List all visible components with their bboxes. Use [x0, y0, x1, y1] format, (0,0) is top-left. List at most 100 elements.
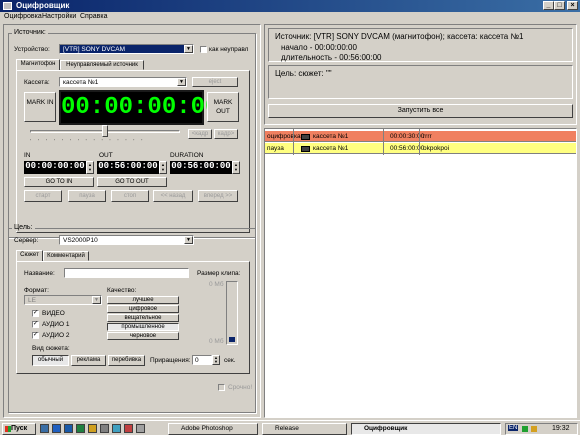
column-divider	[419, 129, 420, 155]
tab-recorder[interactable]: Магнитофон	[16, 59, 60, 70]
menu-settings[interactable]: Настройки	[42, 13, 76, 20]
as-unmanaged-checkbox[interactable]	[200, 46, 207, 53]
quality-industrial[interactable]: промышленное	[107, 323, 179, 331]
quality-digital[interactable]: цифровое	[107, 305, 179, 313]
story-type-filler[interactable]: перебивка	[108, 355, 145, 366]
info-target-line: Цель: сюжет: ""	[275, 69, 332, 78]
queue-row[interactable]: пауза кассета №1 00:56:00:00 okpokpoi	[265, 143, 576, 154]
info-target-box: Цель: сюжет: ""	[268, 65, 573, 99]
increment-spinner[interactable]: ▲ ▼	[212, 355, 220, 365]
story-type-label: Вид сюжета:	[32, 345, 70, 352]
audio2-label: АУДИО 2	[42, 332, 70, 339]
taskbar-release[interactable]: Release	[262, 423, 347, 435]
calculator-icon[interactable]	[100, 424, 109, 433]
increment-input[interactable]: 0	[192, 355, 212, 365]
title-bar: Оцифровщик _ □ ×	[0, 0, 580, 12]
goto-out-button[interactable]: GO TO OUT	[97, 177, 167, 187]
window-title: Оцифровщик	[16, 1, 70, 10]
stop-button[interactable]: стоп	[111, 190, 149, 202]
story-type-ad[interactable]: реклама	[71, 355, 106, 366]
menu-digitize[interactable]: Оцифровка	[4, 13, 42, 20]
app-icon[interactable]	[136, 424, 145, 433]
app-icon[interactable]	[124, 424, 133, 433]
frame-back-button[interactable]: <кадр	[188, 129, 212, 139]
queue-name: okpokpoi	[423, 145, 450, 152]
taskbar-digitizer[interactable]: Оцифровщик	[351, 423, 501, 435]
story-type-normal[interactable]: обычный	[32, 355, 69, 366]
mark-out-button[interactable]: MARK OUT	[207, 92, 239, 122]
timecode-display: 00:00:00:00	[59, 90, 219, 125]
run-all-button[interactable]: Запустить все	[268, 104, 573, 118]
network-icon[interactable]	[112, 424, 121, 433]
in-spinner[interactable]: ▲ ▼	[86, 161, 94, 174]
taskbar-photoshop[interactable]: Adobe Photoshop	[168, 423, 258, 435]
eject-button[interactable]: eject	[192, 77, 238, 87]
queue-status: оцифровка	[267, 133, 301, 140]
format-label: Формат:	[24, 287, 49, 294]
info-panel: Источник: [VTR] SONY DVCAM (магнитофон);…	[264, 24, 577, 125]
left-pane: Источник: Устройство: [VTR] SONY DVCAM ▼…	[3, 24, 261, 418]
forward-button[interactable]: вперед >>	[198, 190, 238, 202]
explorer-icon[interactable]	[88, 424, 97, 433]
cassette-icon	[301, 134, 310, 140]
quality-broadcast[interactable]: вещательное	[107, 314, 179, 322]
mark-in-button[interactable]: MARK IN	[24, 92, 56, 122]
name-input[interactable]	[64, 268, 189, 278]
jog-slider-thumb[interactable]	[102, 125, 108, 137]
increment-label: Приращения:	[150, 357, 191, 364]
urgent-checkbox[interactable]	[218, 384, 225, 391]
video-checkbox[interactable]: ✓	[32, 310, 39, 317]
minimize-button[interactable]: _	[543, 1, 554, 10]
frame-forward-button[interactable]: кадр>	[214, 129, 238, 139]
tab-comment[interactable]: Комментарий	[43, 251, 89, 261]
queue-status: пауза	[267, 145, 284, 152]
cassette-select[interactable]: кассета №1 ▼	[59, 77, 187, 87]
duration-spinner[interactable]: ▲ ▼	[232, 161, 240, 174]
urgent-label: Срочно!	[228, 384, 253, 391]
taskbar-item-label: Оцифровщик	[364, 425, 408, 432]
duration-timecode[interactable]: 00:56:00:00	[170, 161, 232, 174]
start-button[interactable]: старт	[24, 190, 62, 202]
increment-unit: сек.	[224, 357, 236, 364]
pause-button[interactable]: пауза	[68, 190, 106, 202]
taskbar: Пуск Adobe Photoshop Release Оцифровщик …	[0, 420, 580, 435]
server-label: Сервер:	[14, 237, 39, 244]
start-menu-button[interactable]: Пуск	[2, 423, 36, 435]
goto-in-button[interactable]: GO TO IN	[24, 177, 94, 187]
out-spinner[interactable]: ▲ ▼	[159, 161, 167, 174]
app-icon	[3, 2, 12, 10]
tray-icon[interactable]	[522, 426, 528, 432]
format-select[interactable]: LE ▼	[24, 295, 102, 305]
quality-best[interactable]: лучшее	[107, 296, 179, 304]
info-duration-line: длительность - 00:56:00:00	[281, 53, 382, 62]
audio2-checkbox[interactable]: ✓	[32, 332, 39, 339]
queue-row[interactable]: оцифровка кассета №1 00:00:30:00 rrrr	[265, 131, 576, 142]
queue-cassette: кассета №1	[313, 133, 349, 140]
out-timecode[interactable]: 00:56:00:00	[97, 161, 159, 174]
quality-draft[interactable]: черновое	[107, 332, 179, 340]
start-label: Пуск	[11, 425, 28, 432]
language-indicator[interactable]: EN	[508, 425, 519, 431]
chevron-down-icon: ▼	[184, 236, 193, 244]
info-start-line: начало - 00:00:00:00	[281, 43, 357, 52]
column-divider	[293, 129, 294, 155]
queue-list: оцифровка кассета №1 00:00:30:00 rrrr па…	[264, 128, 577, 418]
server-select[interactable]: VS2000P10 ▼	[59, 235, 194, 245]
desktop-icon[interactable]	[40, 424, 49, 433]
tab-story[interactable]: Сюжет	[16, 250, 43, 261]
duration-label: DURATION	[170, 152, 204, 159]
tab-unmanaged-source[interactable]: Неуправляемый источник	[60, 60, 144, 70]
maximize-button[interactable]: □	[554, 1, 565, 10]
audio1-checkbox[interactable]: ✓	[32, 321, 39, 328]
browser-icon[interactable]	[52, 424, 61, 433]
close-button[interactable]: ×	[567, 1, 578, 10]
word-icon[interactable]	[64, 424, 73, 433]
device-select[interactable]: [VTR] SONY DVCAM ▼	[59, 44, 194, 54]
chevron-down-icon: ▼	[184, 45, 193, 53]
volume-icon[interactable]	[531, 426, 537, 432]
menu-bar: Оцифровка Настройки Справка	[0, 12, 580, 23]
excel-icon[interactable]	[76, 424, 85, 433]
in-timecode[interactable]: 00:00:00:00	[24, 161, 86, 174]
menu-help[interactable]: Справка	[80, 13, 107, 20]
rewind-button[interactable]: << назад	[153, 190, 193, 202]
